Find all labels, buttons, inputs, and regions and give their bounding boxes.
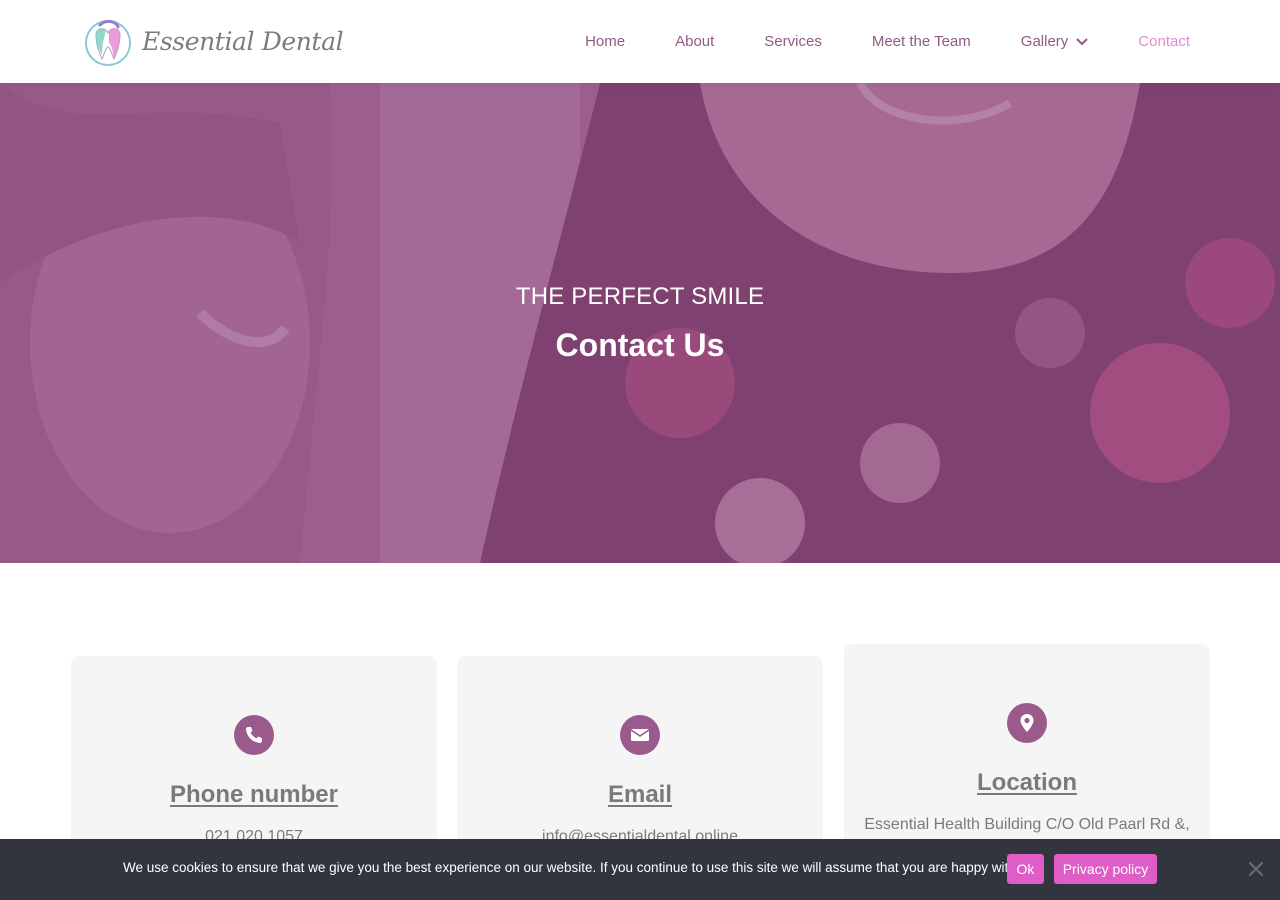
- nav-about[interactable]: About: [675, 33, 714, 50]
- logo-text: Essential Dental: [142, 26, 344, 56]
- nav-contact-label: Contact: [1138, 33, 1190, 50]
- privacy-policy-button[interactable]: Privacy policy: [1054, 854, 1157, 884]
- email-icon-badge: [620, 715, 660, 755]
- nav-home-label: Home: [585, 33, 626, 50]
- hero-banner: THE PERFECT SMILE Contact Us: [0, 83, 1280, 563]
- site-header: Essential Dental Home About Services Mee…: [0, 0, 1280, 83]
- chevron-down-icon: [1076, 37, 1089, 45]
- nav-home[interactable]: Home: [585, 33, 625, 50]
- page-title: Contact Us: [555, 327, 725, 363]
- main-nav: Home About Services Meet the Team Galler…: [535, 0, 1190, 83]
- map-pin-icon: [1020, 714, 1034, 732]
- phone-icon-badge: [234, 715, 274, 755]
- nav-meet-the-team[interactable]: Meet the Team: [872, 33, 971, 50]
- tooth-logo-icon: [85, 19, 131, 66]
- nav-contact[interactable]: Contact: [1138, 33, 1190, 50]
- location-icon-badge: [1007, 703, 1047, 743]
- hero-overlay: [0, 83, 1280, 563]
- envelope-icon: [630, 729, 650, 741]
- location-card-title[interactable]: Location: [844, 769, 1210, 797]
- phone-card-title[interactable]: Phone number: [71, 781, 437, 809]
- nav-about-label: About: [675, 33, 715, 50]
- cookie-message: We use cookies to ensure that we give yo…: [123, 860, 1030, 875]
- nav-services[interactable]: Services: [764, 33, 822, 50]
- site-logo[interactable]: Essential Dental: [82, 14, 344, 68]
- close-icon[interactable]: [1247, 860, 1265, 878]
- nav-gallery[interactable]: Gallery: [1021, 33, 1089, 50]
- cookie-ok-button[interactable]: Ok: [1007, 854, 1044, 884]
- address-value: Essential Health Building C/O Old Paarl …: [864, 816, 1190, 833]
- nav-gallery-label: Gallery: [1020, 33, 1069, 50]
- email-card-title[interactable]: Email: [457, 781, 823, 809]
- cookie-banner: We use cookies to ensure that we give yo…: [0, 839, 1280, 900]
- hero-subtitle: THE PERFECT SMILE: [515, 283, 765, 310]
- nav-services-label: Services: [764, 33, 822, 50]
- phone-icon: [246, 727, 262, 743]
- nav-meet-the-team-label: Meet the Team: [871, 33, 971, 50]
